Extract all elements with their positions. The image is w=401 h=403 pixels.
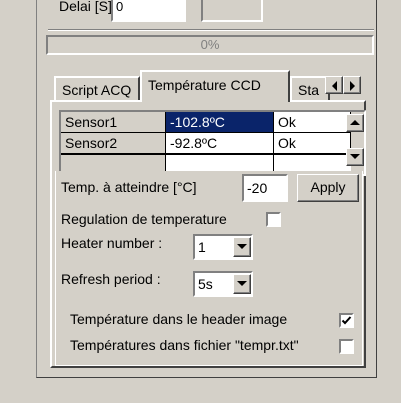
apply-button-label: Apply: [310, 179, 346, 195]
tab-temperature-ccd-label: Température CCD: [148, 77, 261, 93]
regulation-label: Regulation de temperature: [61, 211, 227, 227]
file-temp-checkbox[interactable]: [339, 339, 354, 354]
sensor-status-cell: Ok: [274, 133, 351, 154]
header-temp-label: Température dans le header image: [70, 311, 288, 327]
refresh-label: Refresh period :: [61, 271, 161, 287]
checkmark-icon: [341, 316, 352, 325]
table-row[interactable]: Sensor1 -102.8ºC Ok: [61, 112, 351, 133]
heater-select[interactable]: 1: [193, 234, 253, 260]
sensor-temp-cell: -102.8ºC: [166, 112, 274, 133]
heater-dropdown-button[interactable]: [233, 237, 251, 257]
tab-temperature-ccd[interactable]: Température CCD: [140, 70, 290, 102]
target-temp-input[interactable]: -20: [242, 174, 288, 202]
regulation-checkbox[interactable]: [266, 212, 281, 227]
target-temp-value: -20: [247, 180, 268, 196]
grid-scroll-down[interactable]: [346, 148, 364, 166]
heater-value: 1: [198, 239, 206, 255]
target-temp-label: Temp. à atteindre [°C]: [61, 179, 197, 195]
sensor-name-cell: Sensor2: [61, 133, 166, 154]
sensor-status-cell: Ok: [274, 112, 351, 133]
sensor-temp-cell: -92.8ºC: [166, 133, 274, 154]
table-row[interactable]: Sensor2 -92.8ºC Ok: [61, 133, 351, 154]
chevron-down-icon: [237, 244, 247, 249]
arrow-up-icon: [350, 120, 360, 125]
heater-label: Heater number :: [61, 235, 163, 251]
apply-button[interactable]: Apply: [297, 174, 359, 202]
file-temp-label: Températures dans fichier "tempr.txt": [70, 337, 299, 353]
grid-scroll-up[interactable]: [346, 114, 364, 132]
chevron-down-icon: [237, 281, 247, 286]
refresh-select[interactable]: 5s: [193, 271, 253, 297]
header-temp-checkbox[interactable]: [339, 313, 354, 328]
refresh-value: 5s: [198, 276, 213, 292]
arrow-down-icon: [350, 154, 360, 159]
sensor-grid: Sensor1 -102.8ºC Ok Sensor2 -92.8ºC Ok: [59, 110, 366, 176]
refresh-dropdown-button[interactable]: [233, 274, 251, 294]
sensor-name-cell: Sensor1: [61, 112, 166, 133]
